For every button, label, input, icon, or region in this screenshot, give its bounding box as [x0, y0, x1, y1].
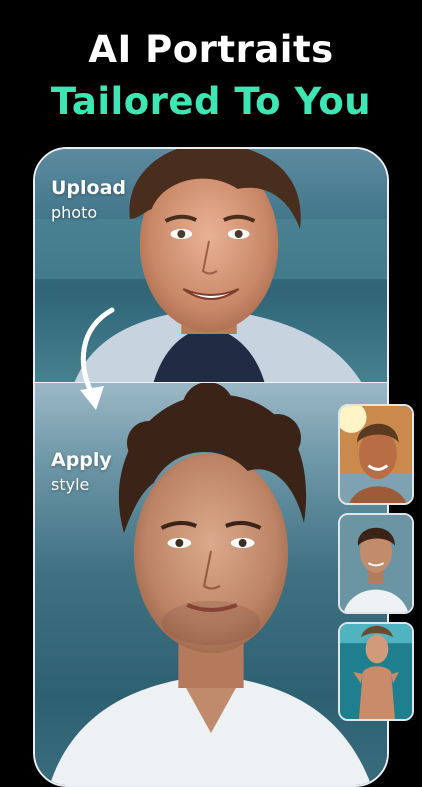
style-thumbnail-underwater[interactable]	[338, 622, 414, 721]
upload-step-title: Upload	[51, 177, 127, 199]
headline-subtitle: Tailored To You	[50, 80, 372, 123]
curved-arrow-down-icon	[80, 307, 115, 410]
apply-style-panel: Apply style	[35, 383, 387, 785]
headline-title: AI Portraits	[88, 28, 334, 71]
white-shirt-portrait-image	[340, 515, 412, 612]
phone-frame: Upload photo Apply style	[33, 147, 389, 787]
apply-step-subtitle: style	[51, 475, 90, 494]
sunlit-beach-portrait-image	[340, 406, 412, 503]
style-thumbnail-white-shirt[interactable]	[338, 513, 414, 614]
style-thumbnail-sunlit-beach[interactable]	[338, 404, 414, 505]
styled-portrait-image	[49, 383, 372, 785]
upload-step-subtitle: photo	[51, 203, 98, 222]
apply-step-title: Apply	[51, 449, 112, 471]
underwater-portrait-image	[340, 624, 412, 719]
